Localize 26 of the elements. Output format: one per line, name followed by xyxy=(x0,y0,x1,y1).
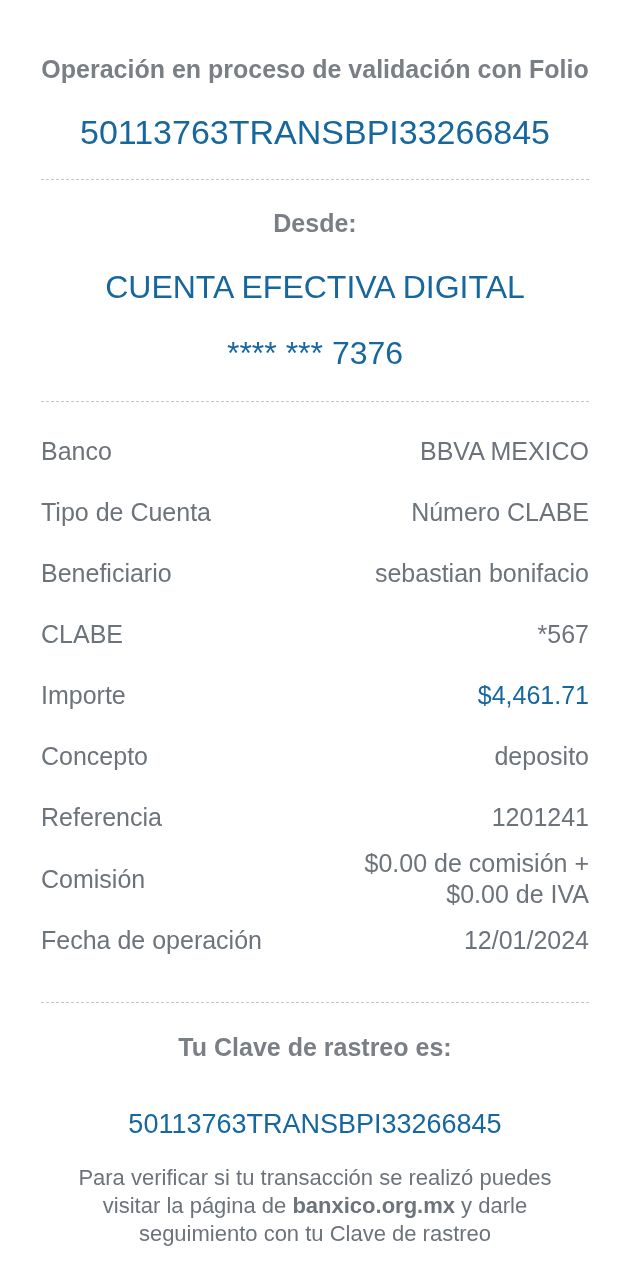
detail-value: deposito xyxy=(494,741,589,772)
tracking-code: 50113763TRANSBPI33266845 xyxy=(128,1108,502,1141)
detail-label: Importe xyxy=(41,680,126,711)
help-text: Para verificar si tu transacción se realizó puedes visitar la página de banxico.org.mx y darle seguimiento con tu Clave de rastreo xyxy=(77,1164,553,1248)
detail-value: BBVA MEXICO xyxy=(419,436,589,467)
section-label: Tu Clave de rastreo es: xyxy=(178,1032,452,1063)
detail-label: Fecha de operación xyxy=(41,925,262,956)
account-name: CUENTA EFECTIVA DIGITAL xyxy=(105,268,525,307)
detail-value: sebastian bonifacio xyxy=(374,558,589,589)
section-label: Desde: xyxy=(273,208,357,239)
account-number: **** *** 7376 xyxy=(226,334,404,373)
folio-number: 50113763TRANSBPI33266845 xyxy=(79,112,551,153)
status-title: Operación en proceso de validación con Folio xyxy=(41,54,589,85)
detail-label: Concepto xyxy=(41,741,149,772)
detail-label: Tipo de Cuenta xyxy=(41,497,212,528)
detail-value: $0.00 de comisión + $0.00 de IVA xyxy=(363,848,589,910)
detail-label: Referencia xyxy=(41,802,162,833)
detail-label: CLABE xyxy=(41,619,123,650)
detail-label: Comisión xyxy=(41,863,146,895)
detail-value: Número CLABE xyxy=(411,497,589,528)
detail-value: $4,461.71 xyxy=(477,680,589,711)
detail-label: Banco xyxy=(41,436,112,467)
detail-value: *567 xyxy=(537,619,589,650)
detail-label: Beneficiario xyxy=(41,558,172,589)
detail-value: 1201241 xyxy=(491,802,589,833)
detail-value: 12/01/2024 xyxy=(463,925,589,956)
